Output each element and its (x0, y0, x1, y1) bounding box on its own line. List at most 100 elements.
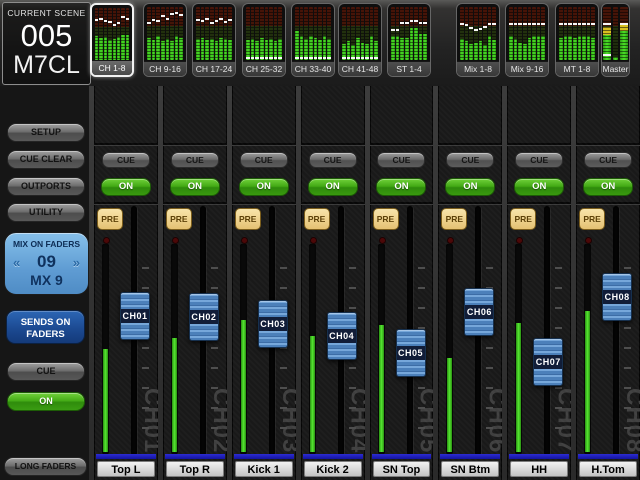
fader-scale-tick (624, 347, 631, 349)
meter-tab-mix-9-16[interactable]: Mix 9-16 (505, 3, 549, 77)
sends-on-faders-button[interactable]: SENDS ON FADERS (6, 310, 85, 344)
fader-knob[interactable]: CH05 (396, 329, 426, 377)
pre-badge[interactable]: PRE (97, 208, 123, 230)
channel-name[interactable]: Kick 2 (304, 461, 362, 477)
on-button[interactable]: ON (583, 178, 633, 196)
channel-name[interactable]: SN Top (373, 461, 431, 477)
on-button[interactable]: ON (445, 178, 495, 196)
meter-tab-mix-1-8[interactable]: Mix 1-8 (456, 3, 500, 77)
meter-tab-mt-1-8[interactable]: MT 1-8 (555, 3, 599, 77)
outports-button[interactable]: OUTPORTS (7, 177, 85, 196)
cue-button[interactable]: CUE (515, 152, 563, 168)
channel-name[interactable]: HH (510, 461, 568, 477)
utility-button[interactable]: UTILITY (7, 203, 85, 222)
fader-knob[interactable]: CH03 (258, 300, 288, 348)
meter-tab-label: ST 1-4 (388, 61, 430, 76)
channel-strip-ch04: CUEONPRECH04CH04Kick 2 (301, 86, 365, 480)
meter-bar (342, 7, 346, 60)
on-button[interactable]: ON (101, 178, 151, 196)
fader-knob[interactable]: CH08 (602, 273, 632, 321)
channel-name[interactable]: Kick 1 (235, 461, 293, 477)
meter-bar (620, 7, 628, 60)
channel-name[interactable]: Top R (166, 461, 224, 477)
meter-bar (170, 7, 174, 60)
meter-bar (591, 7, 595, 60)
fader-knob[interactable]: CH07 (533, 338, 563, 386)
on-button[interactable]: ON (308, 178, 358, 196)
on-button[interactable]: ON (239, 178, 289, 196)
master-on-button[interactable]: ON (7, 392, 85, 411)
fader-position-mark (603, 23, 611, 25)
meter-tab-ch-1-8[interactable]: CH 1-8 (90, 3, 134, 77)
meter-tab-label: CH 33-40 (292, 61, 334, 76)
fader-knob[interactable]: CH06 (464, 288, 494, 336)
on-button[interactable]: ON (376, 178, 426, 196)
pre-badge[interactable]: PRE (579, 208, 605, 230)
fader-position-mark (414, 20, 418, 22)
fader-scale-tick (280, 387, 287, 389)
channel-number-watermark: CH06 (482, 388, 502, 453)
fader-position-mark (269, 57, 273, 59)
meter-tab-ch-25-32[interactable]: CH 25-32 (242, 3, 286, 77)
meter-bar (314, 7, 318, 60)
mix-next-arrow-icon[interactable]: » (73, 255, 80, 270)
cue-button[interactable]: CUE (102, 152, 150, 168)
fader-position-mark (405, 22, 409, 24)
meter-bar-level (405, 38, 409, 60)
meter-bars (193, 4, 235, 62)
pre-badge[interactable]: PRE (510, 208, 536, 230)
cue-button[interactable]: CUE (446, 152, 494, 168)
meter-bar-level (578, 36, 582, 60)
on-button[interactable]: ON (514, 178, 564, 196)
pre-badge[interactable]: PRE (235, 208, 261, 230)
setup-button[interactable]: SETUP (7, 123, 85, 142)
channel-name[interactable]: Top L (97, 461, 155, 477)
long-faders-button[interactable]: LONG FADERS (4, 457, 87, 476)
cue-button[interactable]: CUE (240, 152, 288, 168)
cue-button[interactable]: CUE (377, 152, 425, 168)
fader-knob[interactable]: CH02 (189, 293, 219, 341)
fader-track[interactable] (613, 206, 619, 456)
cue-clear-button[interactable]: CUE CLEAR (7, 150, 85, 169)
meter-tab-ch-33-40[interactable]: CH 33-40 (291, 3, 335, 77)
fader-scale-tick (280, 407, 287, 409)
fader-knob[interactable]: CH01 (120, 292, 150, 340)
strip-divider (232, 143, 296, 146)
fader-position-mark (210, 22, 214, 24)
meter-bar-level (537, 36, 541, 60)
master-cue-button[interactable]: CUE (7, 362, 85, 381)
fader-scale-tick (211, 347, 218, 349)
meter-bar (587, 7, 591, 60)
meter-tab-label: CH 9-16 (144, 61, 186, 76)
on-button[interactable]: ON (170, 178, 220, 196)
channel-name[interactable]: SN Btm (441, 461, 499, 477)
pre-badge[interactable]: PRE (304, 208, 330, 230)
meter-bar-level (414, 28, 418, 60)
fader-scale-tick (211, 367, 218, 369)
mix-on-faders-panel[interactable]: MIX ON FADERS « 09 » MX 9 (4, 232, 89, 295)
meter-tab-label: Master (602, 61, 629, 76)
meter-bar-level (465, 41, 469, 60)
channel-name[interactable]: H.Tom (579, 461, 637, 477)
meter-tab-ch-41-48[interactable]: CH 41-48 (338, 3, 382, 77)
fader-position-mark (400, 22, 404, 24)
pre-badge[interactable]: PRE (441, 208, 467, 230)
pre-badge[interactable]: PRE (166, 208, 192, 230)
fader-position-mark (260, 57, 264, 59)
meter-tab-st-1-4[interactable]: ST 1-4 (387, 3, 431, 77)
meter-bar (104, 8, 107, 61)
fader-track[interactable] (544, 206, 550, 456)
meter-tab-master[interactable]: Master (601, 3, 630, 77)
pre-badge[interactable]: PRE (373, 208, 399, 230)
fader-knob[interactable]: CH04 (327, 312, 357, 360)
fader-knob-label: CH05 (397, 346, 425, 360)
meter-tab-ch-9-16[interactable]: CH 9-16 (143, 3, 187, 77)
meter-bar (483, 7, 487, 60)
meter-bar (117, 8, 120, 61)
fader-position-mark (99, 18, 102, 20)
clip-indicator (103, 237, 110, 244)
cue-button[interactable]: CUE (584, 152, 632, 168)
meter-tab-ch-17-24[interactable]: CH 17-24 (192, 3, 236, 77)
cue-button[interactable]: CUE (309, 152, 357, 168)
cue-button[interactable]: CUE (171, 152, 219, 168)
